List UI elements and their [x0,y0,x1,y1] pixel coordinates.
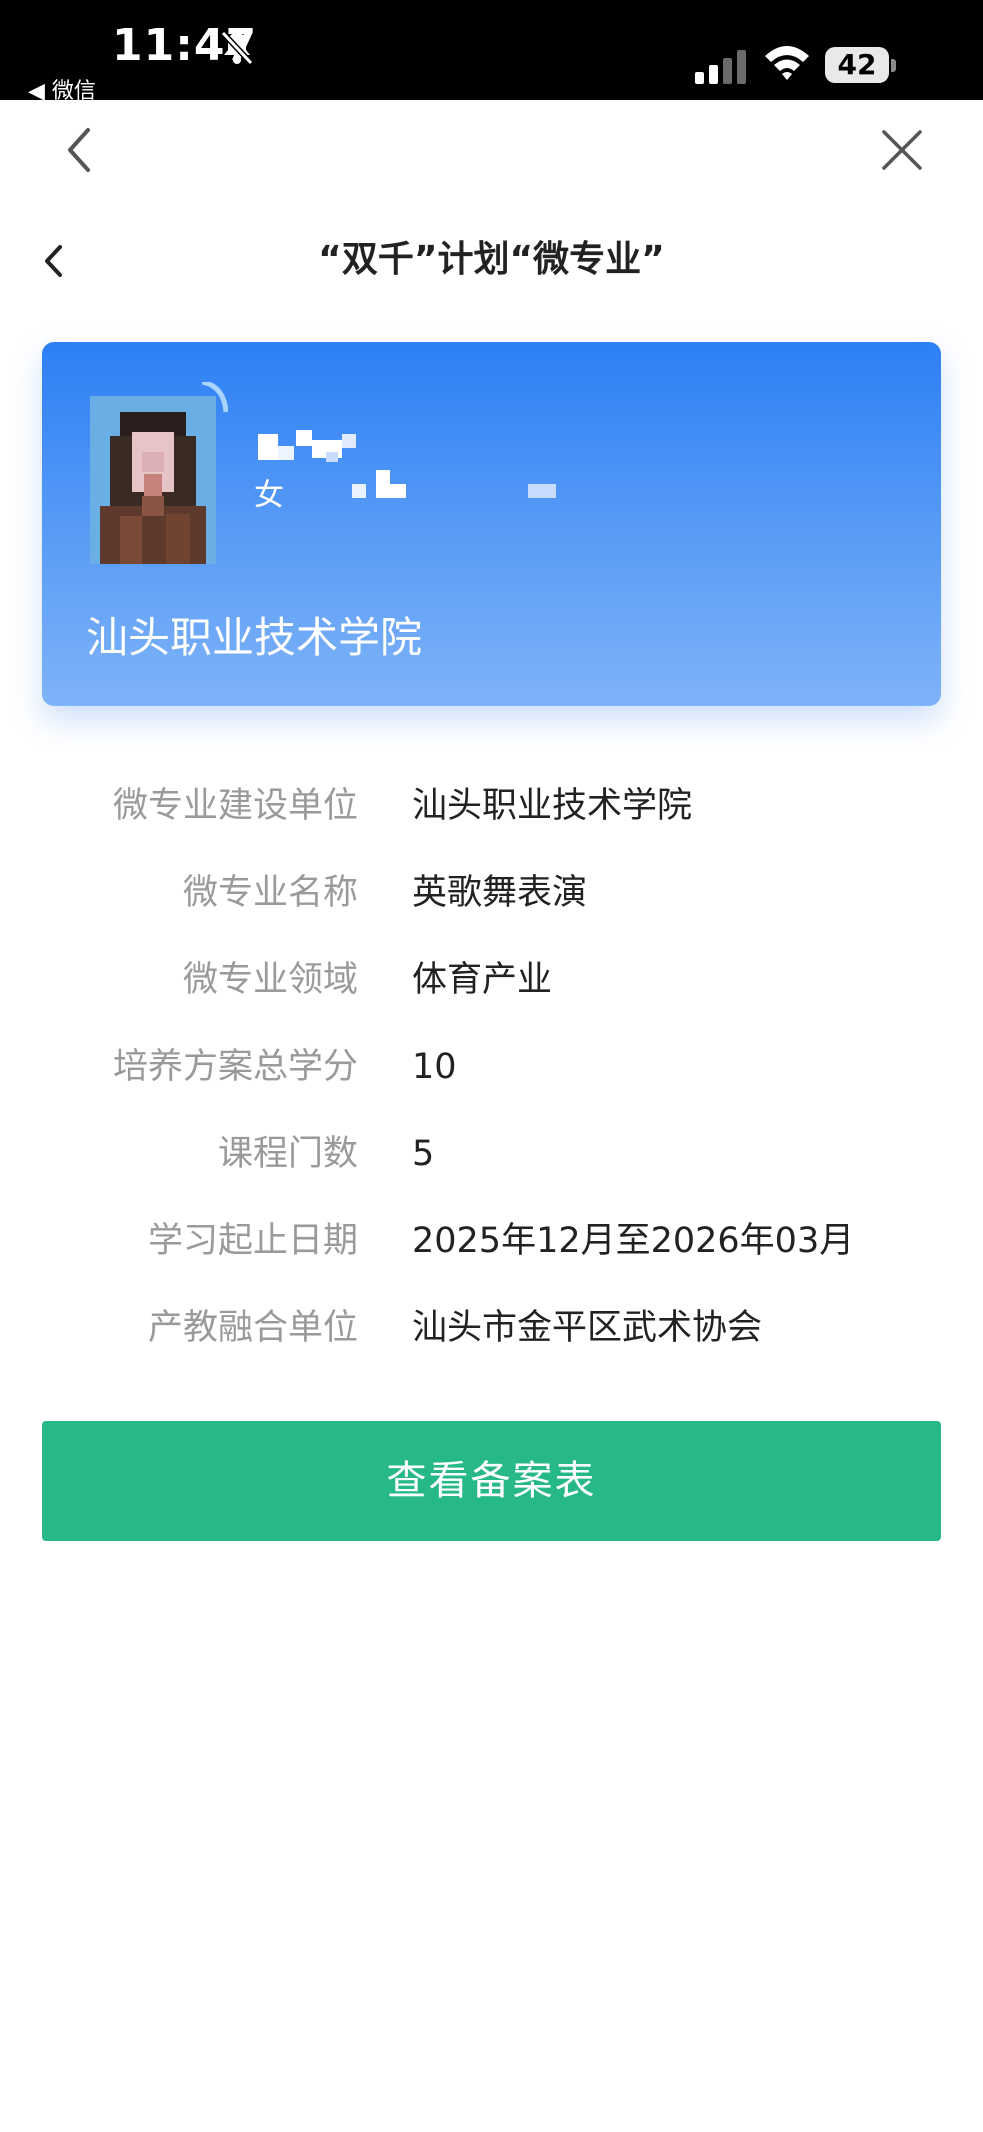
view-record-button[interactable]: 查看备案表 [42,1421,941,1541]
detail-row-partner: 产教融合单位 汕头市金平区武术协会 [0,1298,983,1358]
detail-row-dates: 学习起止日期 2025年12月至2026年03月 [0,1211,983,1271]
detail-value: 10 [412,1047,457,1087]
screen: 11:47 ◀ 微信 42 “双千”计划“微专业” 女 汕头职业技术学院 微专业… [0,0,983,2132]
gender-label: 女 [254,478,284,513]
detail-row-name: 微专业名称 英歌舞表演 [0,863,983,923]
detail-label: 产教融合单位 [147,1308,358,1348]
detail-label: 微专业领域 [182,960,358,1000]
detail-row-course-count: 课程门数 5 [0,1124,983,1184]
detail-value: 汕头职业技术学院 [412,786,693,826]
close-icon[interactable] [880,128,924,172]
name-mosaic [258,422,388,462]
detail-value: 汕头市金平区武术协会 [412,1308,763,1348]
status-bar: 11:47 ◀ 微信 42 [0,0,983,100]
detail-label: 微专业名称 [182,873,358,913]
avatar-corner-fold [202,382,228,413]
detail-value: 体育产业 [412,960,553,1000]
detail-row-field: 微专业领域 体育产业 [0,950,983,1010]
detail-value: 2025年12月至2026年03月 [412,1221,855,1261]
battery-icon: 42 [825,47,896,83]
signal-icon [695,50,746,84]
wifi-icon [765,46,809,80]
detail-value: 5 [412,1134,435,1174]
detail-value: 英歌舞表演 [412,873,588,913]
page-title: “双千”计划“微专业” [318,239,665,280]
detail-label: 课程门数 [217,1134,358,1174]
battery-level: 42 [837,48,877,81]
detail-label: 培养方案总学分 [112,1047,358,1087]
info-mosaic [332,470,572,500]
detail-row-builder: 微专业建设单位 汕头职业技术学院 [0,776,983,836]
detail-row-credits: 培养方案总学分 10 [0,1037,983,1097]
school-name: 汕头职业技术学院 [86,613,423,662]
profile-card: 女 汕头职业技术学院 [42,342,941,706]
bell-off-icon [220,30,254,66]
back-to-wechat-link[interactable]: ◀ 微信 [28,78,96,100]
battery-tip [891,59,896,72]
detail-label: 学习起止日期 [147,1221,358,1261]
avatar [90,396,216,564]
webview-back-button[interactable] [60,125,100,175]
detail-label: 微专业建设单位 [112,786,358,826]
